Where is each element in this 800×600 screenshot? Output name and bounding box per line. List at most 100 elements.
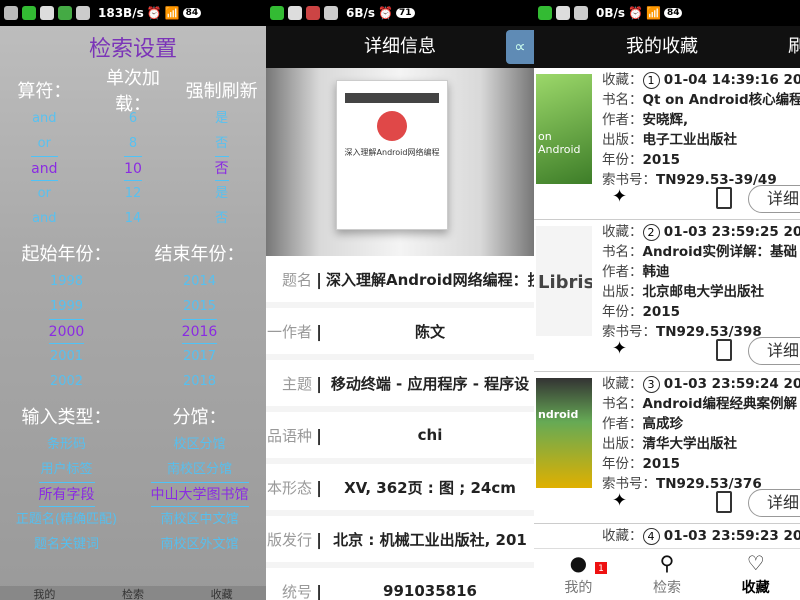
- picker-item[interactable]: 条形码: [47, 432, 86, 457]
- picker-item-selected[interactable]: and: [31, 156, 58, 181]
- input-type-picker[interactable]: 条形码 用户标签 所有字段 正题名(精确匹配) 题名关键词: [0, 432, 133, 557]
- picker-item[interactable]: 2014: [183, 269, 216, 294]
- operator-picker[interactable]: and or and or and: [0, 106, 89, 231]
- picker-item[interactable]: 南校区外文馆: [160, 532, 238, 557]
- favorite-item[interactable]: Libris 收藏： 2 01-03 23:59:25 20 书名：Android…: [534, 220, 800, 372]
- picker-item[interactable]: 正题名(精确匹配): [16, 507, 117, 532]
- picker-item[interactable]: 2017: [183, 344, 216, 369]
- picker-item[interactable]: 2015: [183, 294, 216, 319]
- detail-panel: 详细信息 ∝ 深入理解Android网络编程 题名 | 深入理解Android网络…: [266, 26, 534, 600]
- field-label: 题名: [281, 270, 312, 289]
- picker-item[interactable]: and: [32, 206, 56, 231]
- detail-row-id: 统号 | 991035816: [266, 568, 534, 600]
- picker-item[interactable]: 校区分馆: [173, 432, 225, 457]
- tab-my[interactable]: 我的: [33, 586, 55, 600]
- fav-publisher: 北京邮电大学出版社: [642, 284, 765, 300]
- android-icon: [324, 6, 338, 20]
- picker-item[interactable]: 南校区分馆: [167, 457, 232, 482]
- fav-title: Qt on Android核心编程: [642, 92, 800, 108]
- picker-item[interactable]: 南校区中文馆: [160, 507, 238, 532]
- refresh-title[interactable]: 刷: [788, 26, 800, 68]
- page-title: 我的收藏: [626, 36, 698, 57]
- picker-item[interactable]: 2018: [183, 369, 216, 394]
- app-icon: [4, 6, 18, 20]
- sparkle-icon[interactable]: ✦: [612, 490, 627, 511]
- notification-badge: 1: [594, 561, 608, 575]
- picker-item[interactable]: 否: [215, 131, 228, 156]
- document-icon[interactable]: [716, 491, 732, 513]
- picker-item-selected[interactable]: 10: [124, 156, 142, 181]
- app-icon: [58, 6, 72, 20]
- field-label: 主题: [281, 374, 312, 393]
- search-settings-panel: 检索设置 算符： 单次加载： 强制刷新 and or and or and 6 …: [0, 26, 266, 600]
- tab-my[interactable]: ● 我的 1: [534, 549, 623, 600]
- batch-picker[interactable]: 6 8 10 12 14: [89, 106, 178, 231]
- refresh-label: 强制刷新: [185, 81, 258, 102]
- picker-item-selected[interactable]: 中山大学图书馆: [150, 482, 249, 507]
- detail-row-format: 本形态 | XV, 362页 : 图 ; 24cm: [266, 464, 534, 516]
- picker-item[interactable]: 否: [215, 206, 228, 231]
- year-picker[interactable]: 1998 1999 2000 2001 2002 2014 2015 2016 …: [0, 269, 266, 394]
- picker-item[interactable]: 2001: [50, 344, 83, 369]
- fav-year: 2015: [642, 304, 681, 320]
- detail-button[interactable]: 详细: [748, 489, 800, 517]
- sparkle-icon[interactable]: ✦: [612, 338, 627, 359]
- field-label: 一作者: [266, 322, 312, 341]
- picker-item[interactable]: 6: [129, 106, 137, 131]
- document-icon[interactable]: [716, 339, 732, 361]
- picker-item[interactable]: 是: [215, 181, 228, 206]
- index-badge: 3: [642, 376, 660, 393]
- settings-picker[interactable]: and or and or and 6 8 10 12 14 是 否 否 是 否: [0, 106, 266, 231]
- type-picker[interactable]: 条形码 用户标签 所有字段 正题名(精确匹配) 题名关键词 校区分馆 南校区分馆…: [0, 432, 266, 557]
- field-value: XV, 362页 : 图 ; 24cm: [344, 478, 516, 497]
- field-value: 北京 : 机械工业出版社, 201: [333, 530, 527, 549]
- picker-item-selected[interactable]: 2000: [48, 319, 85, 344]
- battery-icon: 71: [395, 8, 415, 18]
- picker-item[interactable]: 1999: [50, 294, 83, 319]
- refresh-picker[interactable]: 是 否 否 是 否: [177, 106, 266, 231]
- fav-author: 韩迪: [642, 264, 670, 280]
- picker-item[interactable]: 用户标签: [40, 457, 92, 482]
- favorite-item[interactable]: ndroid 收藏： 3 01-03 23:59:24 20 书名：Android…: [534, 372, 800, 524]
- picker-item-selected[interactable]: 2016: [181, 319, 218, 344]
- end-year-picker[interactable]: 2014 2015 2016 2017 2018: [133, 269, 266, 394]
- book-thumbnail: Libris: [536, 226, 592, 336]
- share-icon[interactable]: ∝: [506, 30, 534, 64]
- android-robot-icon: [377, 111, 407, 141]
- detail-button[interactable]: 详细: [748, 337, 800, 365]
- alarm-icon: ⏰: [628, 6, 643, 20]
- fav-callnumber: TN929.53/398: [656, 324, 762, 340]
- net-speed: 0B/s: [596, 6, 626, 20]
- picker-item[interactable]: 12: [125, 181, 142, 206]
- net-speed: 6B/s: [346, 6, 376, 20]
- app-bar: 详细信息 ∝: [266, 26, 534, 68]
- tab-search[interactable]: 检索: [122, 586, 144, 600]
- tab-search[interactable]: ⚲ 检索: [623, 549, 712, 600]
- picker-item[interactable]: 1998: [50, 269, 83, 294]
- book-thumbnail: on Android: [536, 74, 592, 184]
- tab-favorites[interactable]: 收藏: [211, 586, 233, 600]
- branch-picker[interactable]: 校区分馆 南校区分馆 中山大学图书馆 南校区中文馆 南校区外文馆: [133, 432, 266, 557]
- tab-favorites[interactable]: ♡ 收藏: [711, 549, 800, 600]
- end-year-label: 结束年份：: [154, 244, 245, 265]
- wifi-icon: 📶: [645, 6, 661, 20]
- cover-area: 深入理解Android网络编程: [266, 68, 534, 256]
- picker-item[interactable]: 2002: [50, 369, 83, 394]
- picker-item[interactable]: 是: [215, 106, 228, 131]
- status-bar-1: 183B/s ⏰ 📶 84: [0, 0, 266, 26]
- favorite-item[interactable]: on Android 收藏： 1 01-04 14:39:16 20 书名：Qt …: [534, 68, 800, 220]
- detail-button[interactable]: 详细: [748, 185, 800, 213]
- picker-item-selected[interactable]: 否: [214, 156, 229, 181]
- picker-item[interactable]: and: [32, 106, 56, 131]
- picker-item[interactable]: or: [38, 181, 51, 206]
- start-year-picker[interactable]: 1998 1999 2000 2001 2002: [0, 269, 133, 394]
- picker-item[interactable]: or: [38, 131, 51, 156]
- sparkle-icon[interactable]: ✦: [612, 186, 627, 207]
- document-icon[interactable]: [716, 187, 732, 209]
- picker-item[interactable]: 题名关键词: [34, 532, 99, 557]
- picker-item[interactable]: 14: [125, 206, 142, 231]
- picker-item[interactable]: 8: [129, 131, 137, 156]
- book-cover-image: 深入理解Android网络编程: [336, 80, 448, 230]
- field-label: 品语种: [266, 426, 312, 445]
- picker-item-selected[interactable]: 所有字段: [38, 482, 95, 507]
